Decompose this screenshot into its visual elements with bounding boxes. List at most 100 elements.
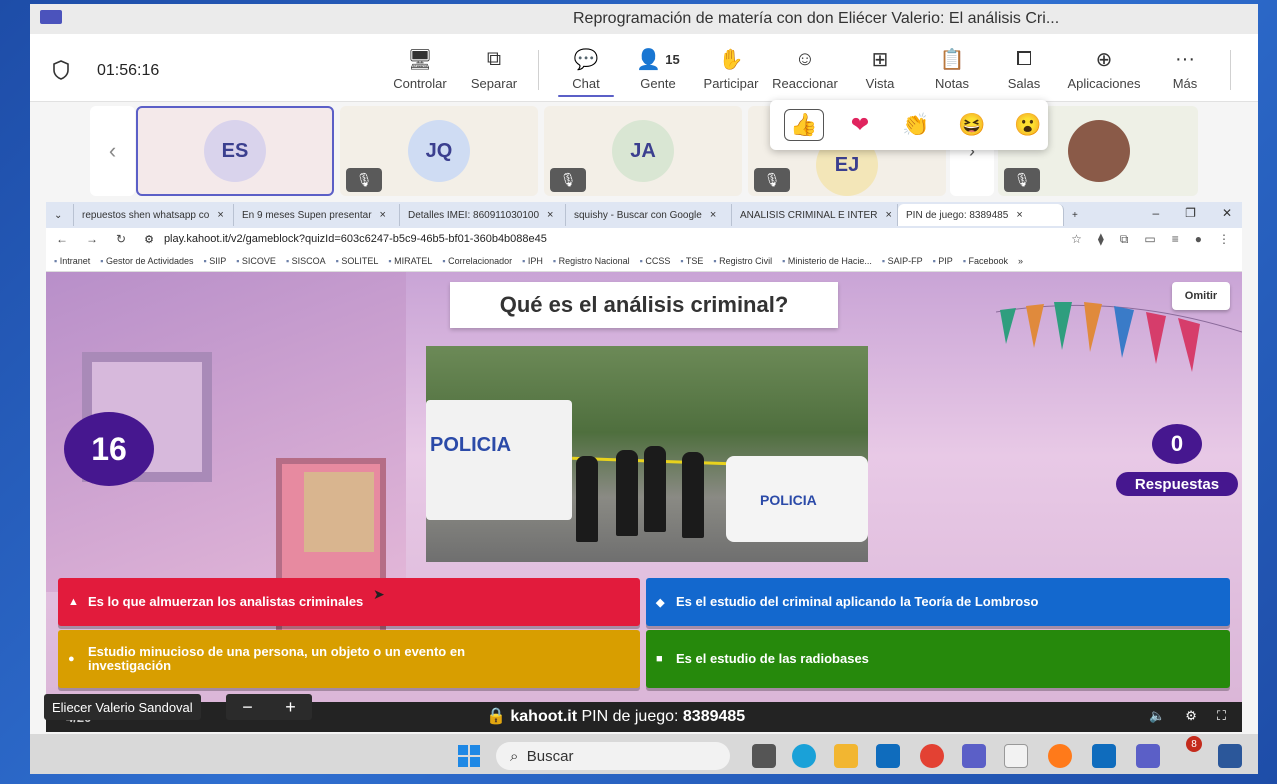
browser-tab[interactable]: repuestos shen whatsapp co ×: [74, 204, 234, 226]
edge-icon[interactable]: [792, 744, 816, 768]
star-icon[interactable]: ☆: [1071, 232, 1082, 247]
bookmark-item[interactable]: PIP: [933, 256, 953, 266]
bookmark-item[interactable]: Facebook: [963, 256, 1009, 266]
file-icon[interactable]: [1004, 744, 1028, 768]
bookmark-item[interactable]: SIIP: [204, 256, 226, 266]
bookmark-item[interactable]: SOLITEL: [336, 256, 378, 266]
bookmark-item[interactable]: SISCOA: [286, 256, 326, 266]
minimize-icon[interactable]: –: [1152, 206, 1159, 220]
more-button[interactable]: ··· Más: [1158, 46, 1212, 92]
new-tab-button[interactable]: +: [1064, 204, 1094, 226]
browser-tab[interactable]: squishy - Buscar con Google ×: [566, 204, 732, 226]
chrome-icon[interactable]: [920, 744, 944, 768]
fullscreen-icon[interactable]: ⛶: [1217, 708, 1226, 724]
browser-tab[interactable]: ANALISIS CRIMINAL E INTER ×: [732, 204, 898, 226]
reactions-popup: 👍 ❤ 👏 😆 😮: [770, 100, 1048, 150]
clap-reaction-button[interactable]: 👏: [896, 109, 936, 141]
teams-logo-icon: [40, 10, 62, 24]
answer-option-red[interactable]: ▲ Es lo que almuerzan los analistas crim…: [58, 578, 640, 626]
raise-hand-button[interactable]: ✋ Participar: [698, 46, 764, 92]
gear-icon[interactable]: ⚙: [1185, 708, 1197, 724]
outlook-icon[interactable]: [876, 744, 900, 768]
surprised-reaction-button[interactable]: 😮: [1008, 109, 1048, 141]
browser-tab[interactable]: Detalles IMEI: 860911030100 ×: [400, 204, 566, 226]
close-icon[interactable]: ×: [547, 209, 553, 221]
teams-new-icon[interactable]: [1136, 744, 1160, 768]
meeting-title: Reprogramación de matería con don Eliéce…: [573, 10, 1060, 27]
reload-icon[interactable]: ↻: [116, 232, 126, 246]
bookmark-item[interactable]: Correlacionador: [442, 256, 512, 266]
bookmark-item[interactable]: Gestor de Actividades: [100, 256, 194, 266]
zoom-out-button[interactable]: −: [242, 697, 253, 718]
profile-icon[interactable]: ●: [1195, 232, 1202, 247]
answer-option-blue[interactable]: ◆ Es el estudio del criminal aplicando l…: [646, 578, 1230, 626]
bookmark-item[interactable]: CCSS: [640, 256, 670, 266]
bookmark-item[interactable]: Registro Nacional: [553, 256, 630, 266]
zoom-in-button[interactable]: +: [285, 697, 296, 718]
skip-button[interactable]: Omitir: [1172, 282, 1230, 310]
word-icon[interactable]: [1218, 744, 1242, 768]
site-info-icon[interactable]: ⚙: [144, 233, 154, 246]
bookmark-item[interactable]: SAIP-FP: [882, 256, 923, 266]
heart-reaction-button[interactable]: ❤: [840, 109, 880, 141]
close-icon[interactable]: ×: [885, 209, 891, 221]
people-button[interactable]: 👤 15 Gente: [626, 46, 690, 92]
menu-icon[interactable]: ⋮: [1218, 232, 1230, 247]
mic-off-icon: 🎙: [754, 168, 790, 192]
task-view-icon[interactable]: [752, 744, 776, 768]
participant-tile[interactable]: JQ 🎙: [340, 106, 538, 196]
firefox-icon[interactable]: [1048, 744, 1072, 768]
bookmark-item[interactable]: TSE: [680, 256, 704, 266]
participant-tile[interactable]: ES: [136, 106, 334, 196]
answer-option-yellow[interactable]: ● Estudio minucioso de una persona, un o…: [58, 630, 640, 688]
reading-list-icon[interactable]: ≡: [1172, 232, 1179, 247]
react-button[interactable]: ☺ Reaccionar: [770, 46, 840, 92]
popout-icon: ⧉: [486, 47, 502, 70]
bookmark-item[interactable]: Intranet: [54, 256, 91, 266]
window-app-icon[interactable]: [1092, 744, 1116, 768]
laugh-reaction-button[interactable]: 😆: [952, 109, 992, 141]
close-icon[interactable]: ×: [217, 209, 223, 221]
extension-icon[interactable]: ⧫: [1098, 232, 1104, 247]
volume-icon[interactable]: 🔈: [1149, 708, 1165, 724]
bookmark-item[interactable]: SICOVE: [236, 256, 276, 266]
answer-option-green[interactable]: ■ Es el estudio de las radiobases: [646, 630, 1230, 688]
close-icon[interactable]: ×: [710, 209, 716, 221]
apps-button[interactable]: ⊕ Aplicaciones: [1064, 46, 1144, 92]
teams-icon[interactable]: [962, 744, 986, 768]
bookmark-item[interactable]: Ministerio de Hacie...: [782, 256, 872, 266]
browser-tab[interactable]: En 9 meses Supen presentar ×: [234, 204, 400, 226]
back-icon[interactable]: ←: [56, 232, 68, 246]
tab-list-button[interactable]: ⌄: [46, 204, 74, 226]
bookmark-item[interactable]: MIRATEL: [388, 256, 432, 266]
browser-tab-bar: ⌄ repuestos shen whatsapp co × En 9 meses…: [46, 202, 1242, 228]
prev-participants-button[interactable]: ‹: [90, 106, 135, 196]
browser-tab-active[interactable]: PIN de juego: 8389485 ×: [898, 204, 1064, 226]
close-icon[interactable]: ×: [1016, 209, 1022, 221]
puzzle-icon[interactable]: ⧉: [1120, 232, 1129, 247]
cast-icon[interactable]: ▭: [1144, 232, 1155, 247]
answers-count: 0: [1152, 424, 1202, 464]
notes-button[interactable]: 📋 Notas: [922, 46, 982, 92]
view-button[interactable]: ⊞ Vista: [850, 46, 910, 92]
officer: [616, 450, 638, 536]
like-reaction-button[interactable]: 👍: [784, 109, 824, 141]
chat-button[interactable]: 💬 Chat: [556, 46, 616, 97]
participant-tile[interactable]: JA 🎙: [544, 106, 742, 196]
chevron-right-icon[interactable]: »: [1018, 256, 1023, 266]
forward-icon[interactable]: →: [86, 232, 98, 246]
url-field[interactable]: play.kahoot.it/v2/gameblock?quizId=603c6…: [164, 233, 547, 245]
windows-start-icon[interactable]: [458, 745, 480, 767]
notes-icon: 📋: [939, 48, 965, 71]
file-explorer-icon[interactable]: [834, 744, 858, 768]
popout-button[interactable]: ⧉ Separar: [464, 46, 524, 92]
close-icon[interactable]: ✕: [1222, 206, 1232, 220]
bookmark-item[interactable]: Registro Civil: [713, 256, 772, 266]
control-button[interactable]: 🖥 Controlar: [390, 46, 450, 92]
game-pin: 🔒 kahoot.it PIN de juego: 8389485: [486, 708, 746, 725]
restore-icon[interactable]: ❐: [1185, 206, 1196, 220]
bookmark-item[interactable]: IPH: [522, 256, 543, 266]
taskbar-search[interactable]: ⌕ Buscar: [496, 742, 730, 770]
rooms-button[interactable]: ⧠ Salas: [994, 46, 1054, 92]
close-icon[interactable]: ×: [380, 209, 386, 221]
